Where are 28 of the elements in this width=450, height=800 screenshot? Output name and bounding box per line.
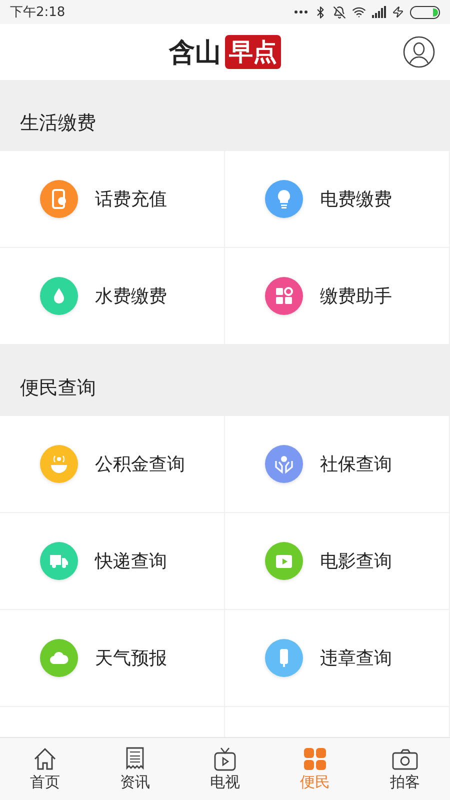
- logo-badge: 早点: [225, 35, 281, 69]
- status-time: 下午2:18: [10, 4, 66, 21]
- service-item[interactable]: 天气预报: [0, 610, 225, 707]
- section-title: 生活缴费: [20, 111, 96, 136]
- home-icon: [32, 746, 58, 772]
- service-item[interactable]: 违章查询: [225, 610, 450, 707]
- service-item[interactable]: 快递查询: [0, 513, 225, 610]
- section-title: 便民查询: [20, 376, 96, 401]
- nav-tab[interactable]: 首页: [0, 738, 90, 800]
- signal-icon: [372, 6, 386, 18]
- bluetooth-icon: [314, 6, 327, 18]
- nav-tab[interactable]: 电视: [180, 738, 270, 800]
- battery-icon: [410, 6, 440, 18]
- service-item[interactable]: 电费缴费: [225, 151, 450, 248]
- user-avatar-icon[interactable]: [403, 36, 435, 68]
- nav-tab[interactable]: 拍客: [360, 738, 450, 800]
- charging-icon: [392, 6, 404, 18]
- tv-icon: [212, 746, 238, 772]
- more-icon: [294, 10, 308, 14]
- service-item[interactable]: 电影查询: [225, 513, 450, 610]
- service-item[interactable]: 公积金查询: [0, 416, 225, 513]
- nav-tab[interactable]: 资讯: [90, 738, 180, 800]
- service-item[interactable]: 社保查询: [225, 416, 450, 513]
- alarm-off-icon: [333, 6, 346, 18]
- grid-icon: [302, 746, 328, 772]
- wifi-icon: [352, 5, 366, 19]
- logo-text: 含山: [169, 36, 221, 70]
- service-item[interactable]: 话费充值: [0, 151, 225, 248]
